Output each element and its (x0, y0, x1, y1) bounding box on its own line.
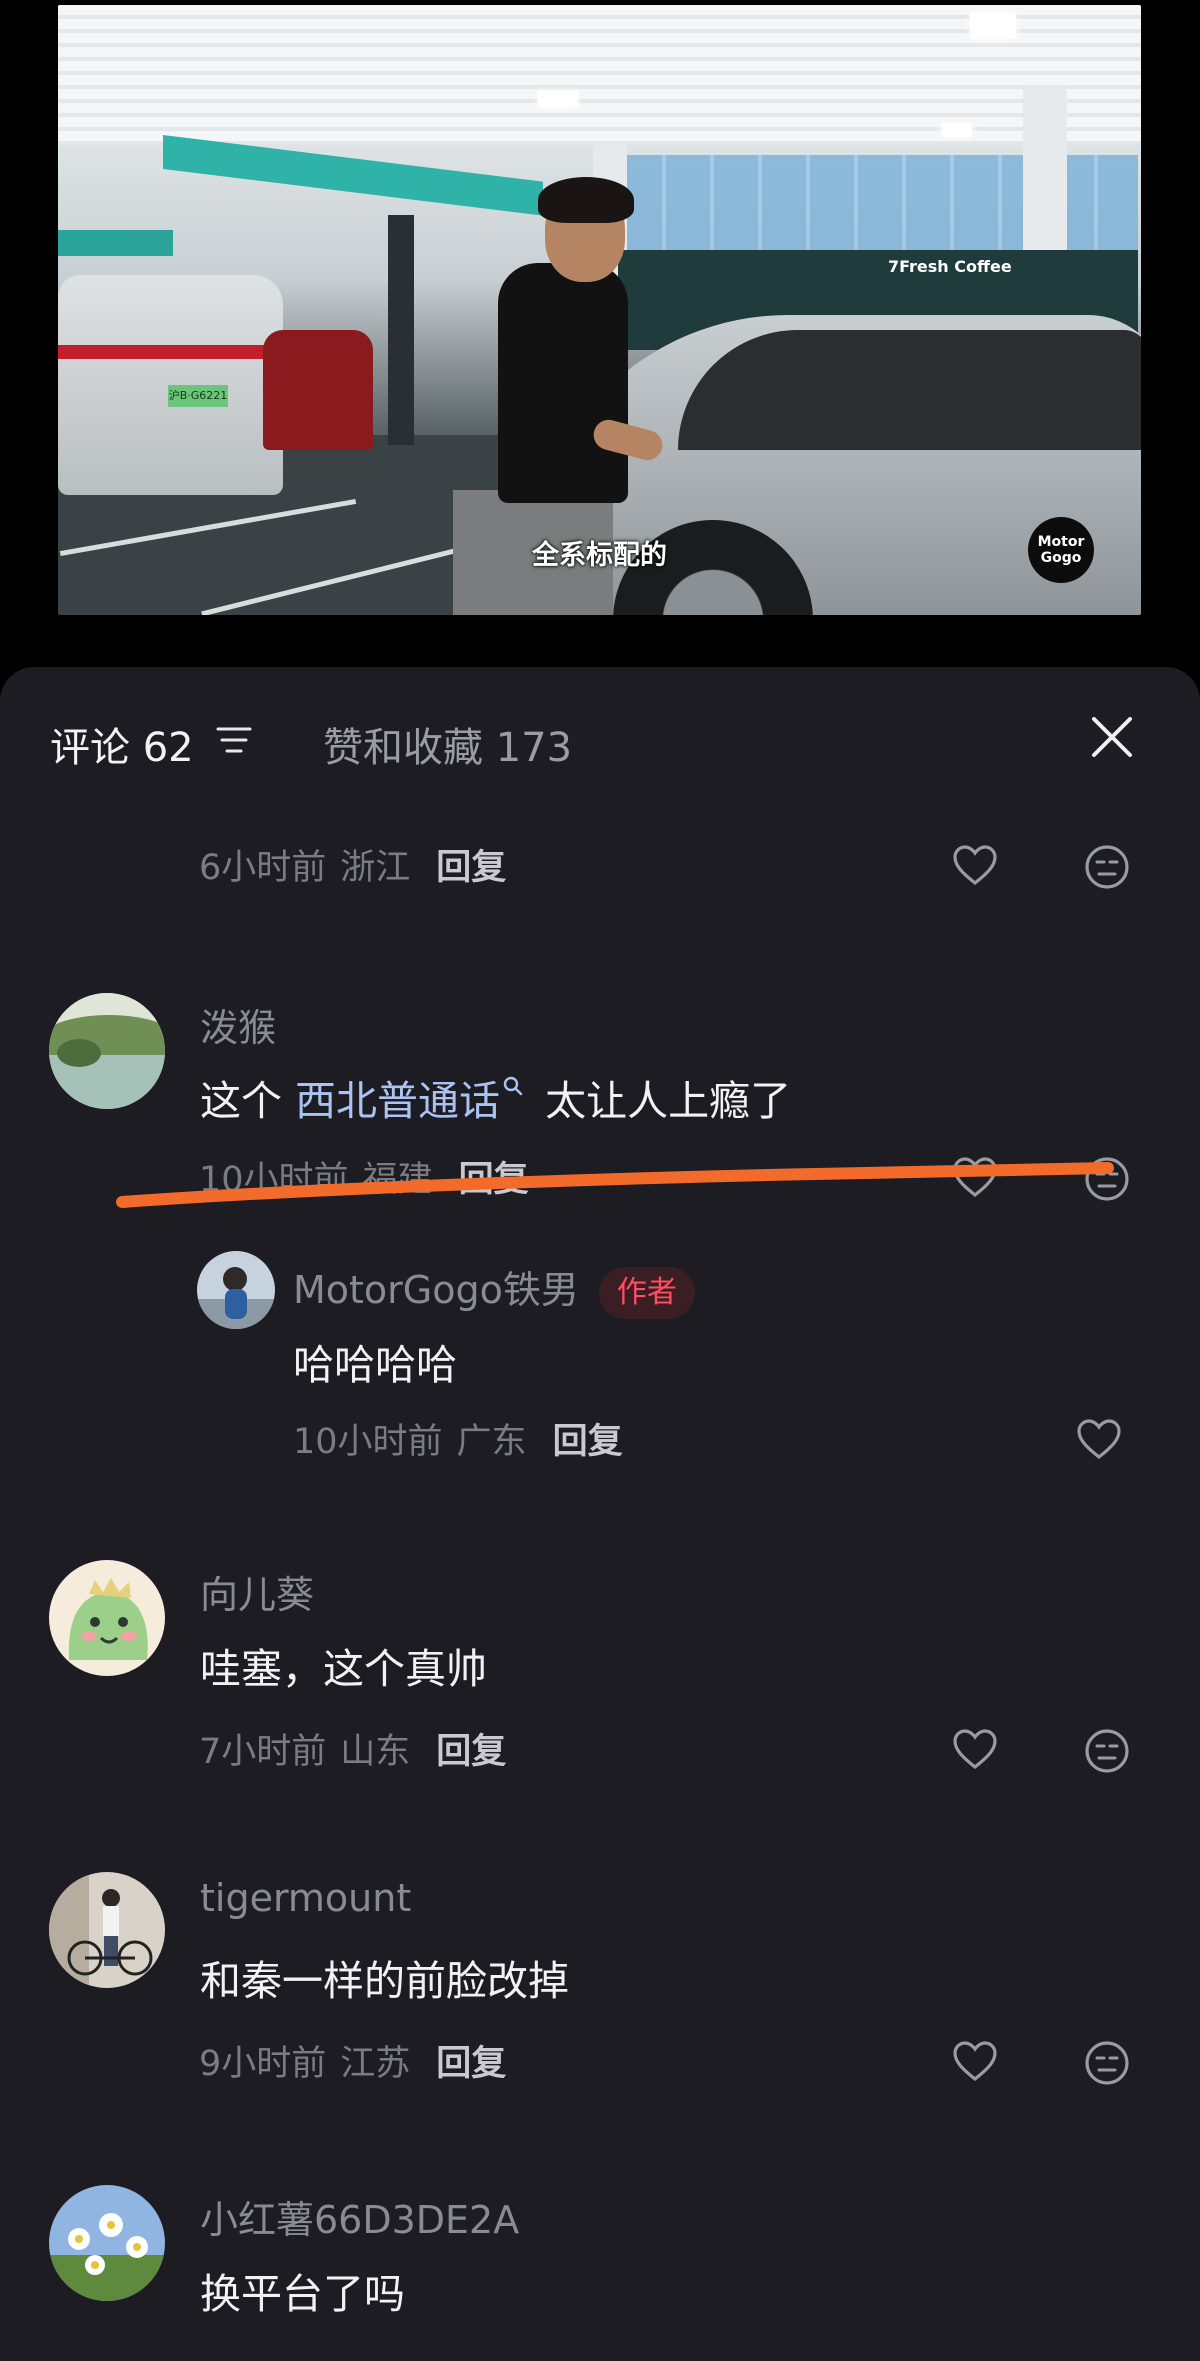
comment-time: 6小时前 (199, 848, 327, 888)
comment-region: 广东 (456, 1422, 527, 1462)
video-scene-tail-light (58, 345, 278, 359)
avatar[interactable] (49, 1872, 165, 1988)
comment-text: 这个 西北普通话 太让人上瘾了 (200, 1067, 791, 1127)
video-scene-person-hair (538, 177, 634, 223)
heart-icon[interactable] (951, 842, 999, 890)
tab-likes-and-favorites[interactable]: 赞和收藏 173 (323, 715, 572, 773)
heart-icon[interactable] (951, 2038, 999, 2086)
comment-text-after: 太让人上瘾了 (532, 1077, 792, 1125)
search-icon[interactable] (502, 1075, 524, 1097)
comment-text: 哇塞，这个真帅 (200, 1645, 487, 1693)
comment-username[interactable]: 向儿葵 (200, 1564, 314, 1619)
dislike-emoji-icon[interactable] (1083, 1727, 1131, 1775)
comment-time: 10小时前 (293, 1422, 443, 1462)
video-scene-canopy (58, 230, 173, 256)
comment-sheet-header: 评论 62 赞和收藏 173 (0, 667, 1200, 777)
dislike-emoji-icon[interactable] (1083, 2039, 1131, 2087)
comment-username[interactable]: 泼猴 (200, 997, 276, 1052)
dislike-emoji-icon[interactable] (1083, 843, 1131, 891)
video-scene-canopy (163, 135, 543, 216)
logo-line-2: Gogo (1040, 550, 1082, 566)
reply-button[interactable]: 回复 (553, 1422, 623, 1462)
comment-text: 和秦一样的前脸改掉 (200, 1957, 569, 2005)
heart-icon[interactable] (951, 1726, 999, 1774)
comment-meta: 6小时前 浙江 回复 (199, 839, 506, 890)
video-scene-person-body (498, 263, 628, 503)
comment-region: 江苏 (340, 2044, 411, 2084)
logo-line-1: Motor (1037, 534, 1085, 550)
reply-button[interactable]: 回复 (436, 2044, 506, 2084)
comment-username[interactable]: 小红薯66D3DE2A (200, 2189, 519, 2244)
search-keyword-link[interactable]: 西北普通话 (295, 1077, 500, 1125)
comment-sheet: 评论 62 赞和收藏 173 6小时前 浙江 回复 泼猴 这个 西北普通话 太让… (0, 667, 1200, 2361)
video-scene-car-red (263, 330, 373, 450)
avatar[interactable] (197, 1251, 275, 1329)
video-scene-light (970, 13, 1016, 39)
comment-region: 山东 (340, 1732, 411, 1772)
video-store-sign: 7Fresh Coffee (888, 257, 1012, 276)
avatar[interactable] (49, 1560, 165, 1676)
comment-text: 换平台了吗 (200, 2270, 405, 2318)
reply-button[interactable]: 回复 (436, 1732, 506, 1772)
comment-meta: 10小时前 广东 回复 (293, 1413, 623, 1464)
comment-text-before: 这个 (200, 1077, 296, 1125)
tab-comments[interactable]: 评论 62 (50, 715, 194, 773)
reply-username[interactable]: MotorGogo铁男 (293, 1268, 579, 1312)
video-scene-charger (388, 215, 414, 445)
comment-meta: 7小时前 山东 回复 (199, 1723, 506, 1774)
video-subtitle: 全系标配的 (532, 540, 667, 571)
author-badge: 作者 (598, 1266, 695, 1319)
comment-username: MotorGogo铁男 作者 (293, 1259, 695, 1319)
heart-icon[interactable] (1075, 1416, 1123, 1464)
comment-username[interactable]: tigermount (200, 1876, 411, 1920)
annotation-underline (116, 1162, 1114, 1208)
video-scene-plate: 沪B·G6221 (168, 385, 228, 407)
close-icon[interactable] (1090, 715, 1134, 759)
video-scene-light (942, 123, 972, 137)
video-scene-car-window (678, 330, 1141, 450)
sort-filter-icon[interactable] (216, 726, 252, 754)
video-player[interactable]: 7Fresh Coffee 沪B·G6221 全系标配的 Motor Gogo (58, 5, 1141, 615)
reply-button[interactable]: 回复 (436, 848, 506, 888)
channel-logo: Motor Gogo (1028, 517, 1094, 583)
comment-region: 浙江 (340, 848, 411, 888)
video-scene-light (538, 91, 578, 107)
comment-text: 哈哈哈哈 (293, 1341, 457, 1389)
comment-time: 9小时前 (199, 2044, 327, 2084)
comment-meta: 9小时前 江苏 回复 (199, 2035, 506, 2086)
avatar[interactable] (49, 2185, 165, 2301)
avatar[interactable] (49, 993, 165, 1109)
comment-time: 7小时前 (199, 1732, 327, 1772)
